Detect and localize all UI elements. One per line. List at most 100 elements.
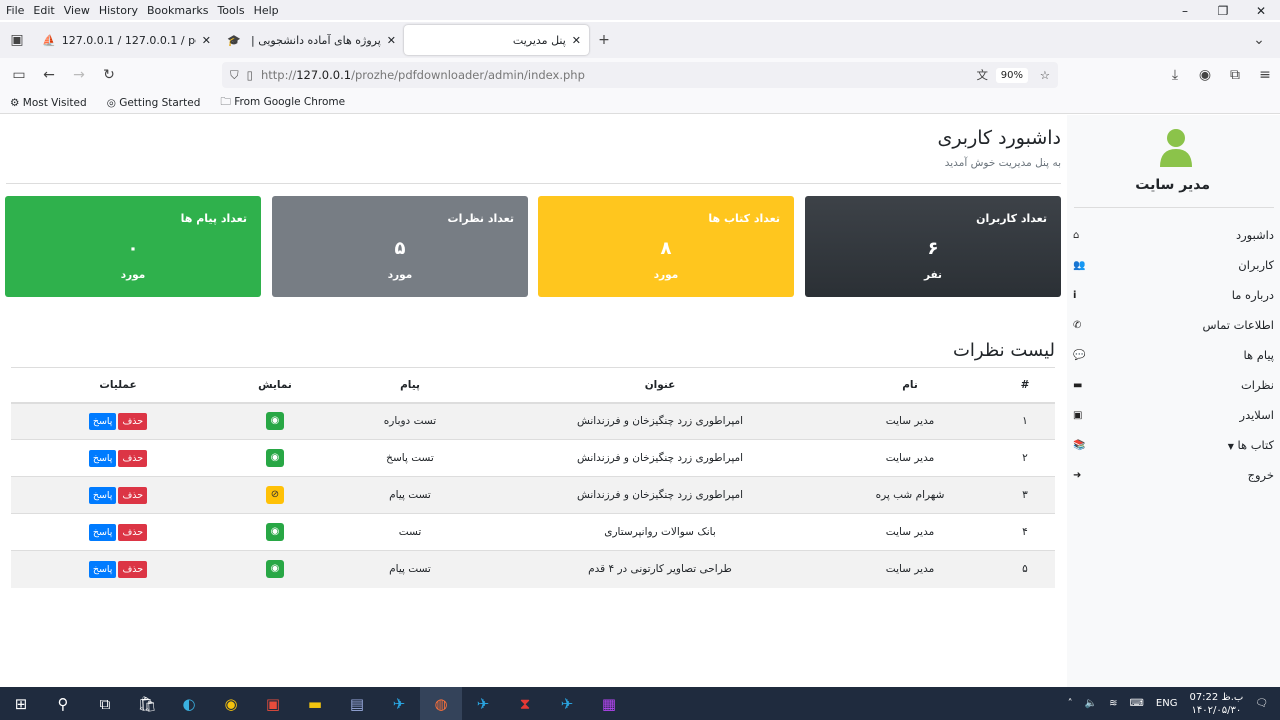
cell-subject: طراحی تصاویر کارتونی در ۴ قدم [495,550,825,588]
page-subtitle: به پنل مدیریت خوش آمدید [944,157,1061,169]
stat-card-comments: تعداد نظرات ۵ مورد [272,196,528,297]
reply-button[interactable]: پاسخ [88,486,117,504]
file-explorer-icon[interactable]: ▬ [294,687,336,720]
sidebar-item-about[interactable]: درباره ما i [1067,280,1280,310]
close-tab-icon[interactable]: ✕ [572,34,581,47]
reply-button[interactable]: پاسخ [88,523,117,541]
eye-slash-icon[interactable]: ⊘ [266,486,284,504]
reply-button[interactable]: پاسخ [88,449,117,467]
delete-button[interactable]: حذف [118,560,148,578]
cell-name: شهرام شب پره [825,476,995,514]
firefox-icon[interactable]: ◍ [420,687,462,720]
clock[interactable]: 07:22 ب.ظ ۱۴۰۲/۰۵/۳۰ [1189,691,1243,717]
eye-icon[interactable]: ◉ [266,560,284,579]
download-icon[interactable]: ⤓ [1160,67,1190,83]
task-view-icon[interactable]: ⧉ [84,687,126,720]
table-row: ۴ مدیر سایت بانک سوالات روانپرستاری تست ◉ حذف… [11,513,1055,551]
tab-phpmyadmin[interactable]: ⛵ 127.0.0.1 / 127.0.0.1 / pdfdownl ✕ [34,25,219,55]
stat-card-books: تعداد کتاب ها ۸ مورد [538,196,794,297]
telegram-icon[interactable]: ✈ [546,687,588,720]
sidebar-item-messages[interactable]: پیام ها 💬 [1067,340,1280,370]
menu-edit[interactable]: Edit [33,4,54,17]
store-icon[interactable]: 🛍 [126,687,168,720]
volume-icon[interactable]: 🔈 [1085,698,1097,709]
menu-bookmarks[interactable]: Bookmarks [147,4,208,17]
zoom-level[interactable]: 90% [995,67,1028,83]
reply-button[interactable]: پاسخ [88,560,117,578]
sidebar-item-slider[interactable]: اسلایدر ▣ [1067,400,1280,430]
cell-visible: ◉ [225,402,325,440]
extensions-icon[interactable]: ⧉ [1220,67,1250,83]
menu-history[interactable]: History [99,4,138,17]
chevron-up-icon[interactable]: ˄ [1068,698,1073,709]
tab-projects[interactable]: 🎓 پروژه های آماده دانشجویی | دانل ✕ [219,25,404,55]
hamburger-menu-icon[interactable]: ≡ [1250,67,1280,83]
url-bar[interactable]: ⛉ ▯ http://127.0.0.1/prozhe/pdfdownloade… [222,62,1058,88]
new-tab-icon[interactable]: + [589,32,619,48]
close-window-icon[interactable]: ✕ [1242,0,1280,22]
bookmark-getting-started[interactable]: ◎ Getting Started [107,97,211,109]
eye-icon[interactable]: ◉ [266,449,284,467]
cell-visible: ◉ [225,513,325,551]
sidebar-item-books[interactable]: کتاب ها ▼ 📚 [1067,430,1280,460]
browser-menubar: File Edit View History Bookmarks Tools H… [0,0,1280,20]
tab-admin-panel[interactable]: پنل مدیریت ✕ [404,25,589,55]
graduation-cap-icon: 🎓 [227,33,241,47]
telegram-icon[interactable]: ✈ [378,687,420,720]
close-tab-icon[interactable]: ✕ [387,34,396,47]
language-indicator[interactable]: ENG [1156,698,1178,709]
reply-button[interactable]: پاسخ [88,412,117,430]
notifications-icon[interactable]: 🗨 [1255,698,1268,709]
cell-name: مدیر سایت [825,402,995,440]
wifi-icon[interactable]: ≋ [1109,698,1117,709]
delete-button[interactable]: حذف [118,523,148,541]
acrobat-icon[interactable]: ⧗ [504,687,546,720]
edge-icon[interactable]: ◐ [168,687,210,720]
restore-icon[interactable]: ❐ [1204,0,1242,22]
cell-subject: بانک سوالات روانپرستاری [495,513,825,551]
chrome-icon[interactable]: ◉ [210,687,252,720]
table-row: ۱ مدیر سایت امپراطوری زرد چنگیزخان و فرزند… [11,402,1055,440]
delete-button[interactable]: حذف [118,412,148,430]
delete-button[interactable]: حذف [118,449,148,467]
bookmark-from-google-chrome[interactable]: 🗀 From Google Chrome [220,94,355,112]
notepad-icon[interactable]: ▤ [336,687,378,720]
phpstorm-icon[interactable]: ▦ [588,687,630,720]
star-icon[interactable]: ☆ [1040,68,1050,82]
sidebar-item-dashboard[interactable]: داشبورد ⌂ [1067,220,1280,250]
sidebar-item-comments[interactable]: نظرات ▬ [1067,370,1280,400]
bookmark-most-visited[interactable]: ⚙ Most Visited [10,97,97,109]
telegram-icon[interactable]: ✈ [462,687,504,720]
eye-icon[interactable]: ◉ [266,412,284,431]
menu-help[interactable]: Help [254,4,279,17]
sidebar-item-contact[interactable]: اطلاعات تماس ✆ [1067,310,1280,340]
system-tray: ˄ 🔈 ≋ ⌨ ENG 07:22 ب.ظ ۱۴۰۲/۰۵/۳۰ 🗨 [1068,687,1280,720]
url-path: /prozhe/pdfdownloader/admin/index.php [351,68,585,82]
eye-icon[interactable]: ◉ [266,523,284,541]
table-row: ۵ مدیر سایت طراحی تصاویر کارتونی در ۴ قدم ت… [11,550,1055,588]
minimize-icon[interactable]: – [1166,0,1204,22]
search-icon[interactable]: ⚲ [42,687,84,720]
menu-file[interactable]: File [6,4,24,17]
windows-start-icon[interactable]: ⊞ [0,687,42,720]
shield-icon[interactable]: ⛉ [230,68,239,83]
account-icon[interactable]: ◉ [1190,67,1220,83]
translate-icon[interactable]: 文 [977,67,989,83]
cell-actions: حذفپاسخ [11,513,225,551]
sidebar-toggle-icon[interactable]: ▭ [4,67,34,83]
back-icon[interactable]: ← [34,67,64,83]
forward-icon[interactable]: → [64,67,94,83]
keyboard-icon[interactable]: ⌨ [1129,698,1143,709]
reload-icon[interactable]: ↻ [94,67,124,83]
delete-button[interactable]: حذف [118,486,148,504]
sidebar-item-logout[interactable]: خروج ➜ [1067,460,1280,490]
chevron-down-icon[interactable]: ⌄ [1244,32,1274,48]
close-tab-icon[interactable]: ✕ [202,34,211,47]
table-row: ۳ شهرام شب پره امپراطوری زرد چنگیزخان و فر… [11,476,1055,514]
bookmarks-toolbar: ⚙ Most Visited ◎ Getting Started 🗀 From … [0,92,1280,114]
tab-list-icon[interactable]: ▣ [0,32,34,48]
menu-view[interactable]: View [64,4,90,17]
sidebar-item-users[interactable]: کاربران 👥 [1067,250,1280,280]
menu-tools[interactable]: Tools [217,4,244,17]
app-red-icon[interactable]: ▣ [252,687,294,720]
